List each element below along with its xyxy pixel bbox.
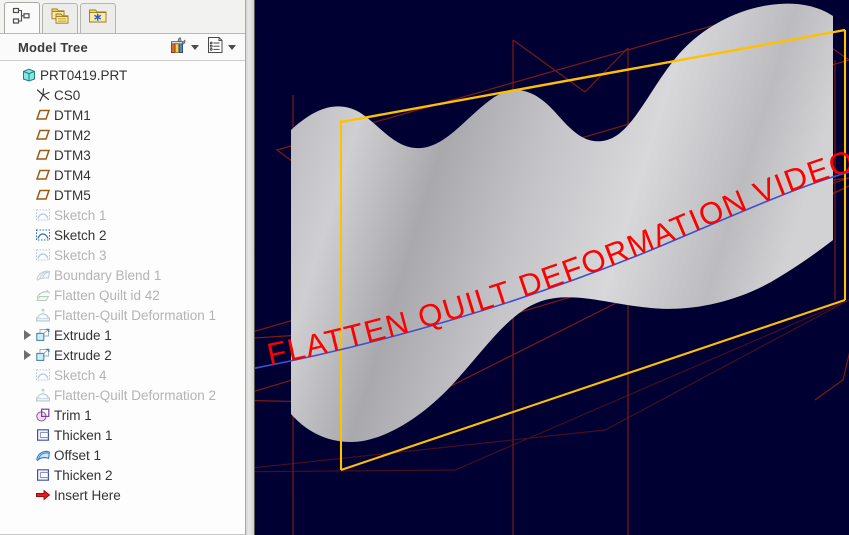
tree-item-dtm1[interactable]: DTM1 — [0, 105, 245, 125]
model-tree-list[interactable]: PRT0419.PRT CS0 DTM1 DTM2 DTM3 DTM4 DTM5 Sketch… — [0, 61, 245, 534]
datum-plane-icon — [34, 147, 51, 163]
list-settings-icon — [206, 35, 225, 60]
chevron-down-icon[interactable] — [191, 44, 199, 50]
tree-display-button[interactable] — [206, 35, 241, 60]
boundary-blend-icon — [34, 267, 51, 283]
panel-tab-strip — [0, 0, 245, 34]
model-tree-tab[interactable] — [4, 2, 40, 33]
tree-item-insert-here[interactable]: Insert Here — [0, 485, 245, 505]
tree-item-label: Extrude 1 — [54, 327, 112, 343]
insert-here-icon — [34, 487, 51, 503]
tree-item-label: PRT0419.PRT — [40, 67, 128, 83]
tree-item-flatten-quilt-deformation-1[interactable]: Flatten-Quilt Deformation 1 — [0, 305, 245, 325]
panel-splitter[interactable] — [245, 0, 255, 535]
tree-item-label: Sketch 1 — [54, 207, 107, 223]
tools-icon — [168, 35, 188, 60]
tree-item-flatten-quilt-id-42[interactable]: Flatten Quilt id 42 — [0, 285, 245, 305]
sketch-icon — [34, 227, 51, 243]
folders-icon — [49, 6, 71, 31]
trim-icon — [34, 407, 51, 423]
model-tree-panel: Model Tree PRT0419.PRT CS0 DTM1 DTM2 DTM… — [0, 0, 245, 535]
offset-icon — [34, 447, 51, 463]
sketch-icon — [34, 367, 51, 383]
expand-triangle-icon[interactable] — [20, 330, 34, 340]
tree-item-label: Boundary Blend 1 — [54, 267, 162, 283]
tree-item-label: DTM4 — [54, 167, 91, 183]
tree-item-sketch-3[interactable]: Sketch 3 — [0, 245, 245, 265]
tree-item-label: DTM5 — [54, 187, 91, 203]
hierarchy-icon — [12, 7, 32, 30]
tree-item-label: Sketch 4 — [54, 367, 107, 383]
tree-item-label: Flatten-Quilt Deformation 2 — [54, 387, 217, 403]
datum-plane-icon — [34, 107, 51, 123]
datum-plane-icon — [34, 187, 51, 203]
tree-item-label: DTM1 — [54, 107, 91, 123]
tree-item-dtm3[interactable]: DTM3 — [0, 145, 245, 165]
tree-item-cs0[interactable]: CS0 — [0, 85, 245, 105]
tree-item-boundary-blend-1[interactable]: Boundary Blend 1 — [0, 265, 245, 285]
favorites-tab[interactable] — [80, 3, 116, 33]
tree-item-label: Thicken 1 — [54, 427, 113, 443]
tree-item-extrude-2[interactable]: Extrude 2 — [0, 345, 245, 365]
tree-item-label: DTM3 — [54, 147, 91, 163]
extrude-icon — [34, 347, 51, 363]
thicken-icon — [34, 427, 51, 443]
tree-item-extrude-1[interactable]: Extrude 1 — [0, 325, 245, 345]
extrude-icon — [34, 327, 51, 343]
tree-item-label: DTM2 — [54, 127, 91, 143]
tree-item-label: Sketch 2 — [54, 227, 107, 243]
tree-item-sketch-1[interactable]: Sketch 1 — [0, 205, 245, 225]
folder-star-icon — [87, 6, 109, 31]
tree-item-label: Flatten Quilt id 42 — [54, 287, 160, 303]
datum-plane-icon — [34, 127, 51, 143]
folder-browser-tab[interactable] — [42, 3, 78, 33]
panel-title: Model Tree — [18, 39, 88, 55]
tree-item-label: Extrude 2 — [54, 347, 112, 363]
tree-item-sketch-4[interactable]: Sketch 4 — [0, 365, 245, 385]
thicken-icon — [34, 467, 51, 483]
graphics-viewport[interactable]: FLATTEN QUILT DEFORMATION VIDEO — [255, 0, 849, 535]
deformation-icon — [34, 387, 51, 403]
deformation-icon — [34, 307, 51, 323]
creo-window: Model Tree PRT0419.PRT CS0 DTM1 DTM2 DTM… — [0, 0, 849, 535]
sketch-icon — [34, 247, 51, 263]
tree-settings-button[interactable] — [168, 35, 204, 60]
tree-item-thicken-1[interactable]: Thicken 1 — [0, 425, 245, 445]
part-icon — [20, 67, 37, 83]
tree-item-label: Trim 1 — [54, 407, 92, 423]
tree-item-label: Offset 1 — [54, 447, 102, 463]
tree-item-label: Insert Here — [54, 487, 121, 503]
expand-triangle-icon[interactable] — [20, 350, 34, 360]
csys-icon — [34, 87, 51, 103]
tree-item-offset-1[interactable]: Offset 1 — [0, 445, 245, 465]
tree-item-sketch-2[interactable]: Sketch 2 — [0, 225, 245, 245]
tree-item-trim-1[interactable]: Trim 1 — [0, 405, 245, 425]
sketch-icon — [34, 207, 51, 223]
tree-item-flatten-quilt-deformation-2[interactable]: Flatten-Quilt Deformation 2 — [0, 385, 245, 405]
tree-item-label: CS0 — [54, 87, 81, 103]
tree-item-thicken-2[interactable]: Thicken 2 — [0, 465, 245, 485]
tree-item-prt0419-prt[interactable]: PRT0419.PRT — [0, 65, 245, 85]
datum-plane-icon — [34, 167, 51, 183]
tree-item-dtm5[interactable]: DTM5 — [0, 185, 245, 205]
tree-header-bar: Model Tree — [0, 34, 245, 61]
chevron-down-icon[interactable] — [228, 44, 236, 50]
tree-item-dtm4[interactable]: DTM4 — [0, 165, 245, 185]
tree-item-label: Sketch 3 — [54, 247, 107, 263]
tree-item-label: Flatten-Quilt Deformation 1 — [54, 307, 217, 323]
tree-item-label: Thicken 2 — [54, 467, 113, 483]
flatten-quilt-icon — [34, 287, 51, 303]
model-graphics: FLATTEN QUILT DEFORMATION VIDEO — [255, 0, 849, 535]
tree-item-dtm2[interactable]: DTM2 — [0, 125, 245, 145]
